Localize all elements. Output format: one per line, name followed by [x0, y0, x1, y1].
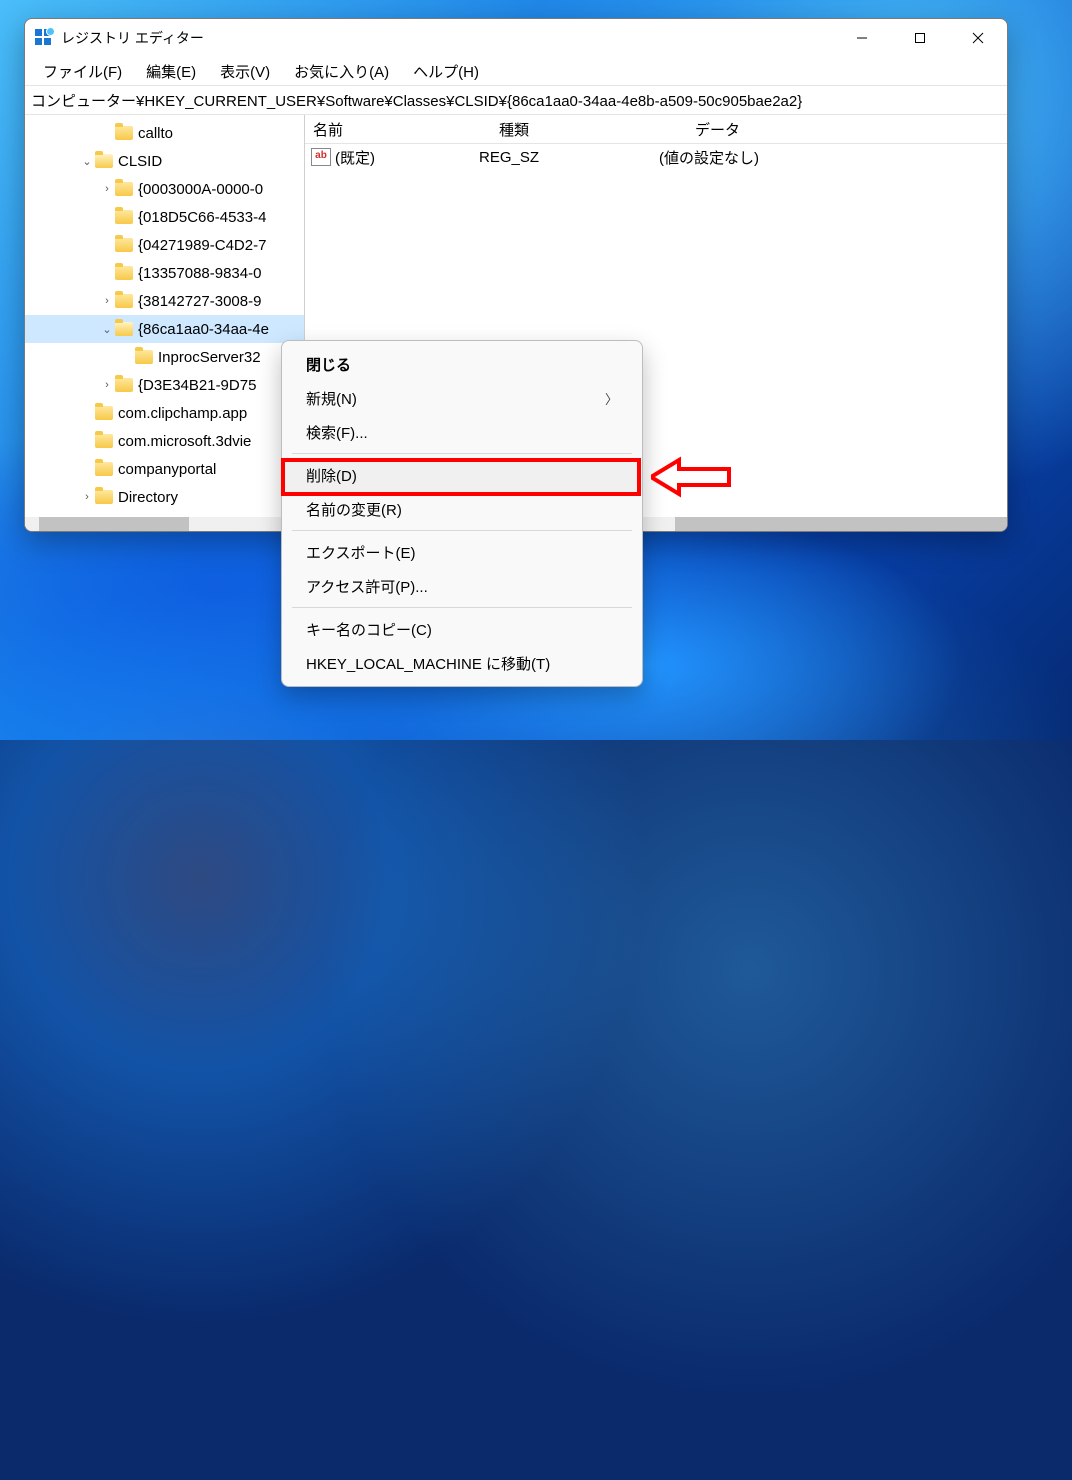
- folder-icon: [115, 266, 133, 280]
- tree-item[interactable]: ·{04271989-C4D2-7: [25, 231, 304, 259]
- window-title: レジストリ エディター: [61, 28, 204, 48]
- tree-item[interactable]: › Directory: [25, 483, 304, 511]
- folder-icon: [115, 294, 133, 308]
- folder-icon: [115, 322, 133, 336]
- window-controls: [833, 19, 1007, 57]
- tree-item-label: CLSID: [118, 153, 162, 170]
- titlebar[interactable]: レジストリ エディター: [25, 19, 1007, 57]
- folder-icon: [115, 378, 133, 392]
- tree-item[interactable]: ·com.clipchamp.app: [25, 399, 304, 427]
- address-bar[interactable]: コンピューター¥HKEY_CURRENT_USER¥Software¥Class…: [25, 85, 1007, 115]
- context-menu: 閉じる 新規(N) 〉 検索(F)... 削除(D) 名前の変更(R) エクスポー…: [281, 340, 643, 687]
- ctx-find[interactable]: 検索(F)...: [282, 415, 642, 449]
- tree-item[interactable]: ·{13357088-9834-0: [25, 259, 304, 287]
- ctx-delete[interactable]: 削除(D): [282, 458, 642, 492]
- tree-item[interactable]: ·companyportal: [25, 455, 304, 483]
- ctx-sep-1: [292, 453, 632, 454]
- tree-item-label: callto: [138, 125, 173, 142]
- tree-list[interactable]: ·callto ⌄ CLSID › {0003000A-0000-0 ·{018D5C66…: [25, 115, 304, 517]
- close-button[interactable]: [949, 19, 1007, 57]
- folder-icon: [115, 210, 133, 224]
- ctx-new[interactable]: 新規(N) 〉: [282, 381, 642, 415]
- chevron-right-icon[interactable]: ›: [79, 491, 95, 503]
- cell-name: (既定): [335, 147, 479, 168]
- menubar: ファイル(F) 編集(E) 表示(V) お気に入り(A) ヘルプ(H): [25, 57, 1007, 85]
- folder-icon: [95, 154, 113, 168]
- chevron-down-icon[interactable]: ⌄: [79, 155, 95, 168]
- tree-item-label: {13357088-9834-0: [138, 265, 261, 282]
- minimize-button[interactable]: [833, 19, 891, 57]
- ctx-export[interactable]: エクスポート(E): [282, 535, 642, 569]
- folder-icon: [95, 462, 113, 476]
- ctx-copykey[interactable]: キー名のコピー(C): [282, 612, 642, 646]
- folder-icon: [95, 434, 113, 448]
- tree-item[interactable]: ⌄ {86ca1aa0-34aa-4e: [25, 315, 304, 343]
- tree-item-label: {0003000A-0000-0: [138, 181, 263, 198]
- tree-item[interactable]: ·callto: [25, 119, 304, 147]
- maximize-button[interactable]: [891, 19, 949, 57]
- tree-item[interactable]: › {D3E34B21-9D75: [25, 371, 304, 399]
- folder-icon: [95, 490, 113, 504]
- ctx-new-label: 新規(N): [306, 388, 357, 409]
- ctx-sep-3: [292, 607, 632, 608]
- chevron-right-icon[interactable]: ›: [99, 183, 115, 195]
- tree-item[interactable]: › {38142727-3008-9: [25, 287, 304, 315]
- menu-edit[interactable]: 編集(E): [134, 58, 208, 85]
- cell-data: (値の設定なし): [659, 147, 759, 168]
- tree-item-label: Directory: [118, 489, 178, 506]
- tree-item-label: com.clipchamp.app: [118, 405, 247, 422]
- tree-item-label: InprocServer32: [158, 349, 261, 366]
- list-header[interactable]: 名前 種類 データ: [305, 115, 1007, 144]
- tree-item[interactable]: ·com.microsoft.3dvie: [25, 427, 304, 455]
- cell-type: REG_SZ: [479, 149, 659, 166]
- chevron-right-icon[interactable]: ›: [99, 379, 115, 391]
- menu-file[interactable]: ファイル(F): [31, 58, 134, 85]
- tree-item[interactable]: ·{018D5C66-4533-4: [25, 203, 304, 231]
- ctx-sep-2: [292, 530, 632, 531]
- string-value-icon: [311, 148, 331, 166]
- tree-item-label: companyportal: [118, 461, 216, 478]
- chevron-right-icon[interactable]: ›: [99, 295, 115, 307]
- tree-item-label: com.microsoft.3dvie: [118, 433, 251, 450]
- regedit-icon: [35, 29, 53, 47]
- tree-item[interactable]: › {0003000A-0000-0: [25, 175, 304, 203]
- menu-view[interactable]: 表示(V): [208, 58, 282, 85]
- address-text: コンピューター¥HKEY_CURRENT_USER¥Software¥Class…: [31, 90, 802, 111]
- chevron-down-icon[interactable]: ⌄: [99, 323, 115, 336]
- chevron-right-icon: 〉: [605, 389, 618, 408]
- menu-help[interactable]: ヘルプ(H): [401, 58, 491, 85]
- col-type[interactable]: 種類: [491, 119, 687, 140]
- col-data[interactable]: データ: [687, 119, 1007, 140]
- ctx-permissions[interactable]: アクセス許可(P)...: [282, 569, 642, 603]
- tree-item-label: {86ca1aa0-34aa-4e: [138, 321, 269, 338]
- ctx-gotohklm[interactable]: HKEY_LOCAL_MACHINE に移動(T): [282, 646, 642, 680]
- tree-item[interactable]: ·InprocServer32: [25, 343, 304, 371]
- tree-h-scrollbar[interactable]: [25, 517, 304, 531]
- tree-item-label: {018D5C66-4533-4: [138, 209, 266, 226]
- ctx-close[interactable]: 閉じる: [282, 347, 642, 381]
- tree-item-label: {38142727-3008-9: [138, 293, 261, 310]
- menu-favorites[interactable]: お気に入り(A): [282, 58, 401, 85]
- tree-item-label: {04271989-C4D2-7: [138, 237, 266, 254]
- folder-icon: [115, 182, 133, 196]
- tree-panel: ·callto ⌄ CLSID › {0003000A-0000-0 ·{018D5C66…: [25, 115, 305, 531]
- folder-icon: [95, 406, 113, 420]
- col-name[interactable]: 名前: [305, 119, 491, 140]
- ctx-rename[interactable]: 名前の変更(R): [282, 492, 642, 526]
- tree-item[interactable]: ⌄ CLSID: [25, 147, 304, 175]
- folder-icon: [135, 350, 153, 364]
- folder-icon: [115, 126, 133, 140]
- folder-icon: [115, 238, 133, 252]
- list-row[interactable]: (既定)REG_SZ(値の設定なし): [305, 144, 1007, 170]
- tree-item-label: {D3E34B21-9D75: [138, 377, 256, 394]
